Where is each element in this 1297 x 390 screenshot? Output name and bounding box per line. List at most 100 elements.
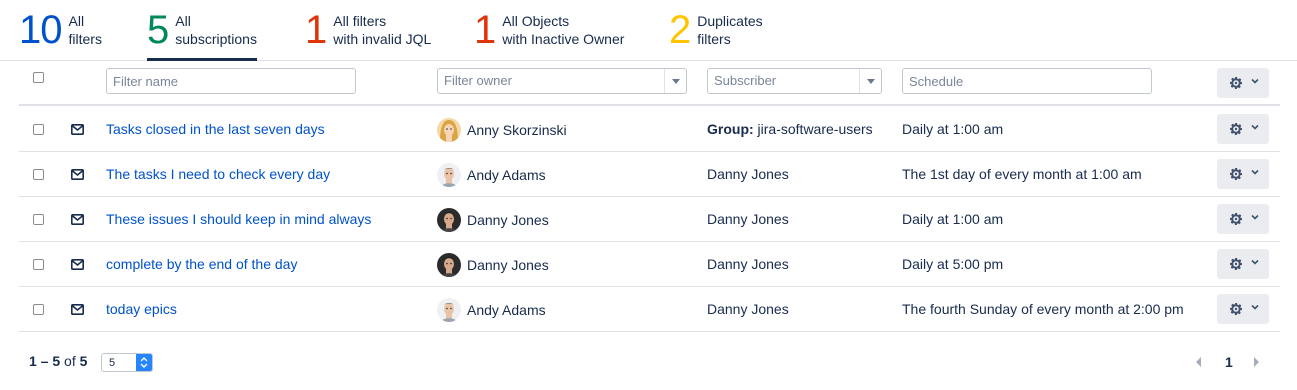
page-size-value: 5: [109, 357, 116, 369]
filter-name-link[interactable]: These issues I should keep in mind alway…: [106, 197, 371, 242]
tab-label-line1: All: [68, 13, 85, 29]
select-all-checkbox[interactable]: [33, 72, 44, 83]
row-actions-button[interactable]: [1217, 159, 1269, 189]
table-header: Filter owner Subscriber: [19, 62, 1280, 106]
subscriber-name: Danny Jones: [707, 166, 789, 182]
tab-all-subscriptions[interactable]: 5 All subscriptions: [147, 9, 257, 61]
male-avatar-light-icon: [437, 162, 461, 187]
subscriber-cell: Danny Jones: [707, 197, 789, 242]
row-actions-button[interactable]: [1217, 204, 1269, 234]
envelope-icon: [71, 259, 84, 270]
filter-name-link[interactable]: Tasks closed in the last seven days: [106, 107, 325, 152]
tab-label-line2: with Inactive Owner: [502, 31, 625, 47]
range-value: 1 – 5: [29, 353, 61, 369]
filter-owner-select[interactable]: Filter owner: [437, 68, 687, 94]
tab-label-line2: filters: [697, 31, 731, 47]
subscriber-cell: Danny Jones: [707, 242, 789, 287]
chevron-left-icon[interactable]: [1193, 355, 1205, 369]
avatar: [437, 297, 461, 322]
tab-label-line2: with invalid JQL: [333, 31, 432, 47]
schedule-cell: The 1st day of every month at 1:00 am: [902, 166, 1142, 182]
tab-label-line1: All Objects: [502, 13, 570, 29]
row-actions-button[interactable]: [1217, 294, 1269, 324]
row-actions-button[interactable]: [1217, 114, 1269, 144]
subscriber-name: jira-software-users: [753, 121, 873, 137]
chevron-down-icon: [1251, 124, 1259, 130]
tab-label-line1: Duplicates: [697, 13, 763, 29]
tab-duplicates[interactable]: 2 Duplicates filters: [669, 9, 763, 61]
subscriber-prefix: Group:: [707, 121, 754, 137]
table-row: today epics Andy Adams Danny Jones The f…: [19, 287, 1280, 332]
tab-label: All subscriptions: [175, 12, 257, 48]
tab-label-line2: filters: [68, 31, 102, 47]
tab-label-line2: subscriptions: [175, 31, 257, 47]
owner-cell: Danny Jones: [437, 197, 549, 242]
table-row: These issues I should keep in mind alway…: [19, 197, 1280, 242]
gear-icon: [1230, 303, 1242, 315]
pagination-footer: 1 – 5 of 5 5 1: [0, 340, 1297, 380]
tab-count: 2: [669, 8, 691, 52]
filter-name-link[interactable]: complete by the end of the day: [106, 242, 297, 287]
current-page[interactable]: 1: [1225, 354, 1233, 370]
tab-inactive-owner[interactable]: 1 All Objects with Inactive Owner: [474, 9, 624, 61]
tab-label: Duplicates filters: [697, 12, 762, 48]
schedule-cell: Daily at 1:00 am: [902, 211, 1004, 227]
owner-cell: Andy Adams: [437, 287, 546, 332]
stepper-icon[interactable]: [136, 354, 152, 371]
chevron-down-icon: [1251, 214, 1259, 220]
range-of-label: of: [64, 353, 76, 369]
tab-label: All filters: [69, 12, 102, 48]
row-checkbox[interactable]: [33, 214, 44, 225]
dropdown-arrow-icon[interactable]: [664, 69, 686, 93]
row-checkbox[interactable]: [33, 304, 44, 315]
avatar: [437, 207, 461, 232]
owner-cell: Danny Jones: [437, 242, 549, 287]
owner-name: Andy Adams: [467, 166, 546, 183]
tab-count: 1: [305, 8, 327, 52]
stat-tabs: 10 All filters 5 All subscriptions 1 All…: [0, 0, 1297, 61]
subscriber-select[interactable]: Subscriber: [707, 68, 882, 94]
envelope-icon: [71, 304, 84, 315]
tab-count: 10: [19, 8, 62, 52]
avatar: [437, 117, 461, 142]
owner-name: Danny Jones: [467, 256, 549, 273]
subscriber-cell: Danny Jones: [707, 152, 789, 197]
gear-icon: [1230, 213, 1242, 225]
subscriber-placeholder: Subscriber: [714, 73, 777, 88]
filter-name-link[interactable]: The tasks I need to check every day: [106, 152, 330, 197]
results-range: 1 – 5 of 5: [29, 353, 87, 369]
dropdown-arrow-icon[interactable]: [859, 69, 881, 93]
owner-cell: Andy Adams: [437, 152, 546, 197]
filter-name-input[interactable]: [106, 68, 356, 94]
subscriber-name: Danny Jones: [707, 211, 789, 227]
owner-name: Andy Adams: [467, 301, 546, 318]
row-checkbox[interactable]: [33, 259, 44, 270]
avatar: [437, 162, 461, 187]
row-checkbox[interactable]: [33, 169, 44, 180]
schedule-cell: The fourth Sunday of every month at 2:00…: [902, 301, 1184, 317]
envelope-icon: [71, 124, 84, 135]
schedule-input[interactable]: [902, 68, 1152, 94]
tab-all-filters[interactable]: 10 All filters: [19, 9, 102, 61]
filter-name-link[interactable]: today epics: [106, 287, 177, 332]
tab-count: 1: [474, 8, 496, 52]
tab-invalid-jql[interactable]: 1 All filters with invalid JQL: [305, 9, 431, 61]
owner-cell: Anny Skorzinski: [437, 107, 567, 152]
tab-label-line1: All filters: [333, 13, 387, 29]
gear-icon: [1230, 123, 1242, 135]
avatar: [437, 252, 461, 277]
chevron-right-icon[interactable]: [1250, 355, 1262, 369]
header-actions-button[interactable]: [1217, 68, 1269, 98]
subscriber-name: Danny Jones: [707, 301, 789, 317]
chevron-down-icon: [1251, 169, 1259, 175]
schedule-cell: Daily at 5:00 pm: [902, 256, 1004, 272]
male-avatar-dark-icon: [437, 207, 461, 232]
owner-name: Danny Jones: [467, 211, 549, 228]
row-checkbox[interactable]: [33, 124, 44, 135]
row-actions-button[interactable]: [1217, 249, 1269, 279]
page-size-select[interactable]: 5: [101, 353, 153, 372]
table-row: The tasks I need to check every day Andy…: [19, 152, 1280, 197]
gear-icon: [1230, 168, 1242, 180]
table-row: Tasks closed in the last seven days Anny…: [19, 107, 1280, 152]
subscriber-cell: Group: jira-software-users: [707, 107, 873, 152]
